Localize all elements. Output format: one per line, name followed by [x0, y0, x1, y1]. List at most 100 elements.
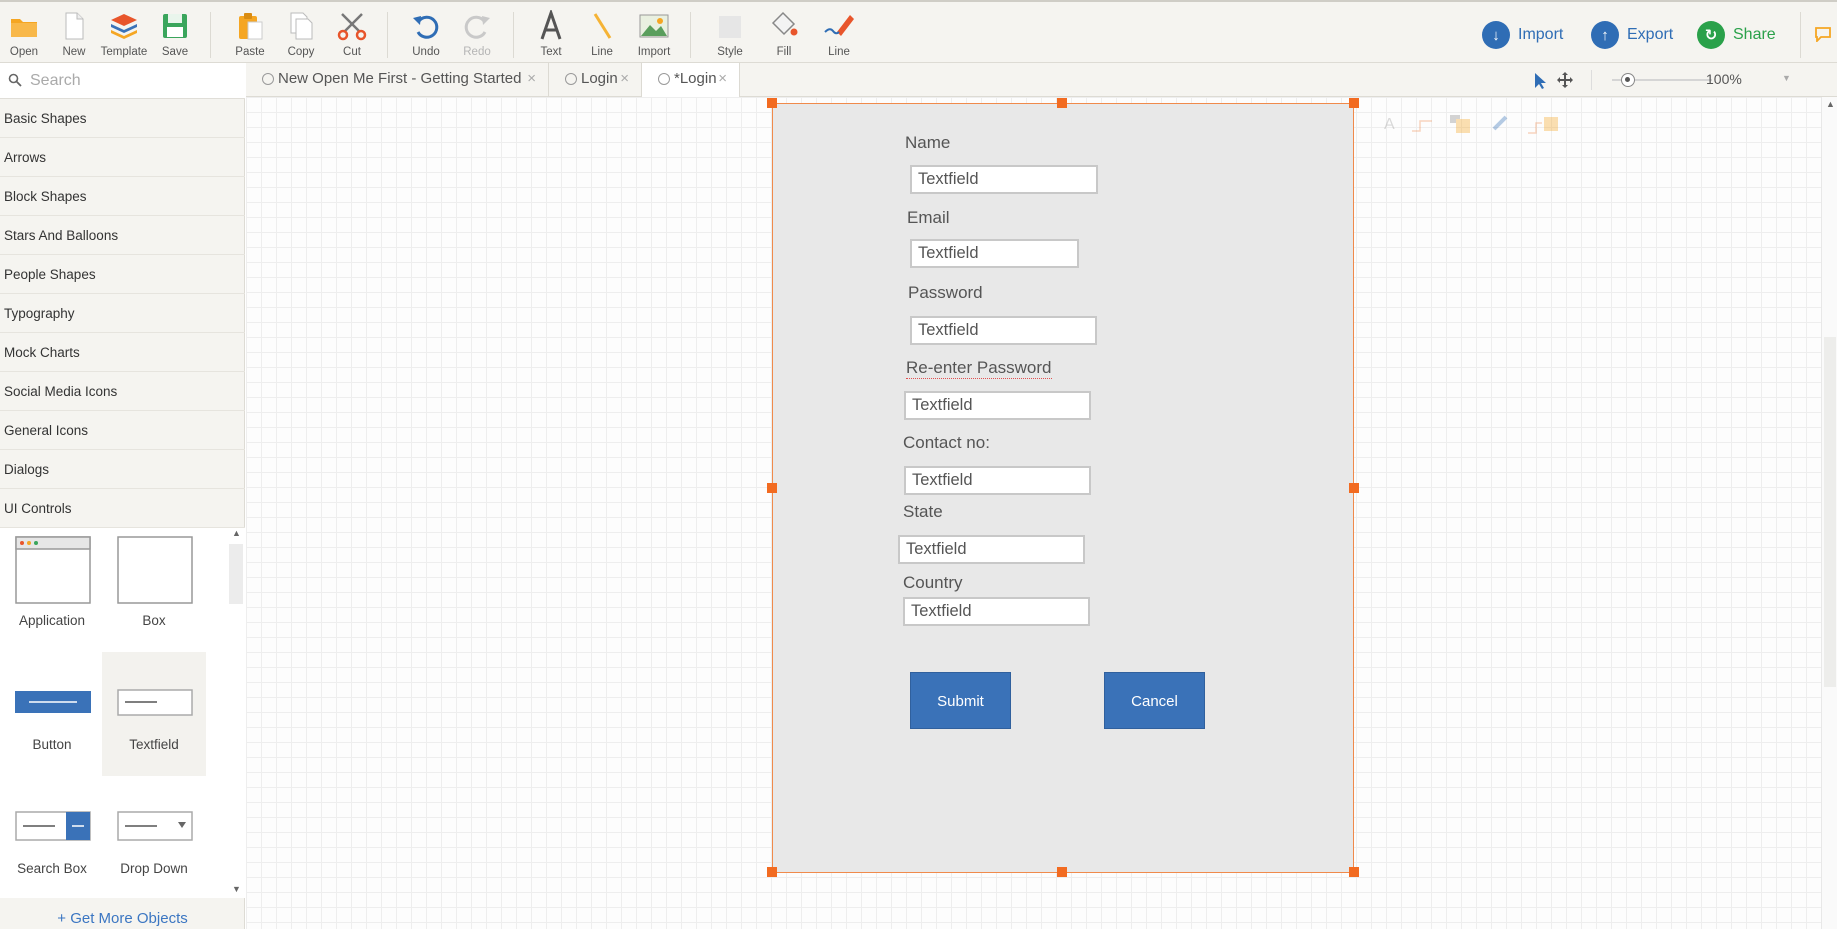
text-tool-button[interactable]: Text [527, 10, 575, 62]
reenter-password-textfield[interactable]: Textfield [904, 391, 1091, 420]
category-people-shapes[interactable]: People Shapes [0, 255, 245, 294]
comment-icon[interactable] [1814, 26, 1832, 42]
tab-login-active[interactable]: *Login × [642, 63, 740, 98]
shape-search-box[interactable]: Search Box [0, 776, 104, 900]
resize-handle-bottom[interactable] [1057, 867, 1067, 877]
resize-handle-left[interactable] [767, 483, 777, 493]
name-textfield[interactable]: Textfield [910, 165, 1098, 194]
submit-button[interactable]: Submit [910, 672, 1011, 729]
shape-panel-scrollbar[interactable]: ▲ ▼ [228, 528, 244, 898]
resize-handle-top[interactable] [1057, 98, 1067, 108]
zoom-level[interactable]: 100% [1706, 71, 1742, 87]
cancel-button[interactable]: Cancel [1104, 672, 1205, 729]
scroll-up-arrow-icon[interactable]: ▲ [232, 528, 241, 538]
drop-down-shape-icon [117, 811, 193, 841]
category-general-icons[interactable]: General Icons [0, 411, 245, 450]
country-label: Country [903, 573, 963, 592]
scroll-up-arrow-icon[interactable]: ▲ [1826, 99, 1835, 109]
new-label: New [62, 46, 86, 58]
resize-handle-bottom-left[interactable] [767, 867, 777, 877]
toolbar-divider [210, 12, 211, 58]
line-tool-button[interactable]: Line [578, 10, 626, 62]
toolbar-divider [690, 12, 691, 58]
category-basic-shapes[interactable]: Basic Shapes [0, 99, 245, 138]
category-stars-balloons[interactable]: Stars And Balloons [0, 216, 245, 255]
redo-icon [464, 15, 490, 39]
close-icon[interactable]: × [718, 63, 727, 95]
scroll-down-arrow-icon[interactable]: ▼ [232, 884, 241, 894]
share-button[interactable]: ↻ Share [1697, 20, 1776, 50]
scrollbar-thumb[interactable] [229, 544, 243, 604]
cut-button[interactable]: Cut [328, 10, 376, 62]
save-button[interactable]: Save [151, 10, 199, 62]
category-dialogs[interactable]: Dialogs [0, 450, 245, 489]
line-tool-label: Line [591, 46, 613, 58]
template-button[interactable]: Template [100, 10, 148, 62]
open-button[interactable]: Open [0, 10, 48, 62]
tab-status-icon [262, 73, 274, 85]
get-more-objects-link[interactable]: + Get More Objects [0, 910, 245, 927]
import-button[interactable]: ↓ Import [1482, 20, 1563, 50]
resize-handle-bottom-right[interactable] [1349, 867, 1359, 877]
tab-label: Login [581, 70, 618, 87]
redo-button[interactable]: Redo [453, 10, 501, 62]
tab-login[interactable]: Login × [549, 63, 642, 97]
shape-application[interactable]: Application [0, 528, 104, 652]
search-input[interactable] [30, 69, 230, 93]
text-a-icon [540, 10, 562, 40]
new-button[interactable]: New [50, 10, 98, 62]
category-block-shapes[interactable]: Block Shapes [0, 177, 245, 216]
save-label: Save [161, 46, 189, 58]
email-textfield[interactable]: Textfield [910, 239, 1079, 268]
chevron-down-icon[interactable]: ▼ [1782, 73, 1791, 83]
shape-button[interactable]: Button [0, 652, 104, 776]
close-icon[interactable]: × [620, 63, 629, 95]
template-label: Template [100, 46, 148, 58]
shape-label: Button [32, 737, 72, 752]
state-textfield[interactable]: Textfield [898, 535, 1085, 564]
contact-no-textfield[interactable]: Textfield [904, 466, 1091, 495]
paste-button[interactable]: Paste [226, 10, 274, 62]
fill-button[interactable]: Fill [760, 10, 808, 62]
category-ui-controls[interactable]: UI Controls [0, 489, 245, 528]
password-textfield[interactable]: Textfield [910, 316, 1097, 345]
category-arrows[interactable]: Arrows [0, 138, 245, 177]
button-shape-icon [15, 691, 91, 713]
undo-button[interactable]: Undo [402, 10, 450, 62]
copy-label: Copy [287, 46, 315, 58]
line-style-button[interactable]: Line [815, 10, 863, 62]
share-circle-icon: ↻ [1697, 21, 1725, 49]
zoom-slider-handle[interactable] [1621, 73, 1635, 87]
pointer-tool-icon[interactable] [1532, 72, 1548, 90]
tab-status-icon [565, 73, 577, 85]
pan-tool-icon[interactable] [1556, 71, 1574, 89]
country-textfield[interactable]: Textfield [903, 597, 1090, 626]
copy-button[interactable]: Copy [277, 10, 325, 62]
resize-handle-top-left[interactable] [767, 98, 777, 108]
category-social-media-icons[interactable]: Social Media Icons [0, 372, 245, 411]
canvas-vertical-scrollbar[interactable]: ▲ [1821, 97, 1837, 929]
application-window-icon [15, 536, 91, 604]
save-disk-icon [163, 14, 187, 38]
style-button[interactable]: Style [706, 10, 754, 62]
pencil-line-icon [824, 15, 854, 36]
shape-drop-down[interactable]: Drop Down [102, 776, 206, 900]
category-typography[interactable]: Typography [0, 294, 245, 333]
shape-textfield[interactable]: Textfield [102, 652, 206, 776]
selected-screen-frame[interactable]: Name Textfield Email Textfield Password … [772, 103, 1354, 873]
close-icon[interactable]: × [527, 63, 536, 95]
scrollbar-thumb[interactable] [1824, 337, 1836, 687]
box-icon [117, 536, 193, 604]
search-box-shape-icon [15, 811, 91, 841]
shape-box[interactable]: Box [102, 528, 206, 652]
tab-getting-started[interactable]: New Open Me First - Getting Started × [246, 63, 549, 97]
export-button[interactable]: ↑ Export [1591, 20, 1673, 50]
export-label: Export [1627, 26, 1674, 43]
resize-handle-right[interactable] [1349, 483, 1359, 493]
main-toolbar: Open New Template Save Paste Copy Cut Un… [0, 0, 1837, 63]
import-image-button[interactable]: Import [630, 10, 678, 62]
resize-handle-top-right[interactable] [1349, 98, 1359, 108]
toolbar-divider [1800, 12, 1801, 58]
category-mock-charts[interactable]: Mock Charts [0, 333, 245, 372]
scissors-icon [337, 13, 367, 41]
